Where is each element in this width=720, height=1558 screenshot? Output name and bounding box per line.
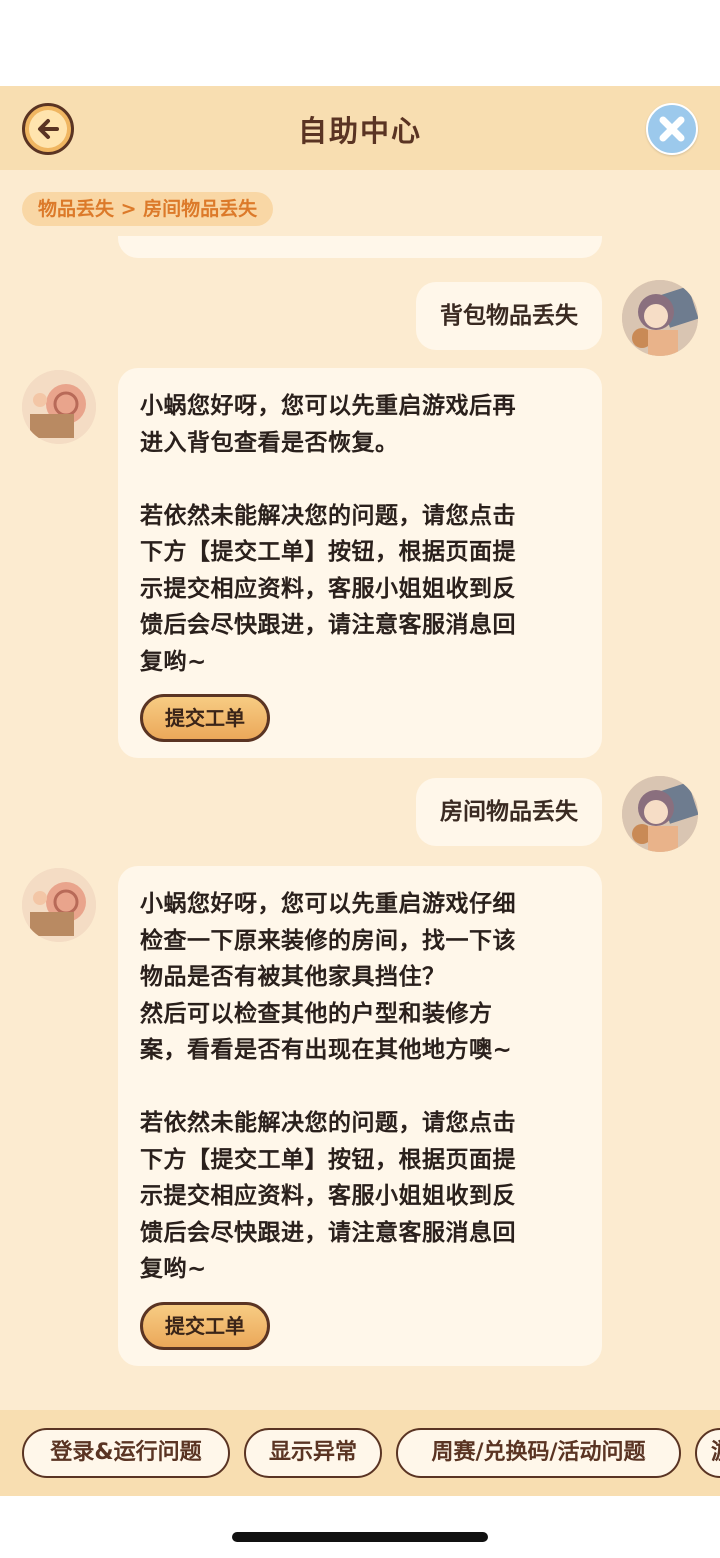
quick-topic-weekly-events[interactable]: 周赛/兑换码/活动问题 <box>396 1428 681 1478</box>
bot-avatar <box>22 868 96 942</box>
quick-topics-bar[interactable]: 登录&运行问题 显示异常 周赛/兑换码/活动问题 游 <box>0 1410 720 1496</box>
bot-message-bubble: 小蜗您好呀，您可以先重启游戏仔细 检查一下原来装修的房间，找一下该 物品是否有被… <box>118 866 602 1366</box>
page-title: 自助中心 <box>297 114 422 148</box>
status-bar <box>0 0 720 86</box>
bot-message-bubble: 小蜗您好呀，您可以先重启游戏后再 进入背包查看是否恢复。 若依然未能解决您的问题… <box>118 368 602 758</box>
submit-ticket-button[interactable]: 提交工单 <box>140 1301 270 1350</box>
close-x-icon <box>659 116 685 142</box>
breadcrumb[interactable]: 物品丢失 > 房间物品丢失 <box>22 192 274 226</box>
close-button[interactable] <box>646 103 698 155</box>
chat-area[interactable]: 物品丢失 > 房间物品丢失 背包物品丢失 小蜗您好呀，您可以先重启游戏后再 进入… <box>0 170 720 1410</box>
home-indicator[interactable] <box>232 1532 488 1542</box>
bot-message-text: 小蜗您好呀，您可以先重启游戏仔细 检查一下原来装修的房间，找一下该 物品是否有被… <box>140 891 516 1282</box>
user-message-text: 背包物品丢失 <box>440 303 578 329</box>
user-message-bubble: 背包物品丢失 <box>416 282 602 350</box>
bot-avatar <box>22 370 96 444</box>
quick-topic-display[interactable]: 显示异常 <box>244 1428 382 1478</box>
user-avatar <box>622 776 698 852</box>
bot-message-text: 小蜗您好呀，您可以先重启游戏后再 进入背包查看是否恢复。 若依然未能解决您的问题… <box>140 393 516 675</box>
submit-ticket-button[interactable]: 提交工单 <box>140 694 270 742</box>
user-message-text: 房间物品丢失 <box>440 799 578 825</box>
home-indicator-area <box>0 1496 720 1558</box>
user-message-bubble: 房间物品丢失 <box>416 778 602 846</box>
header-bar: 自助中心 <box>0 86 720 170</box>
quick-topic-login[interactable]: 登录&运行问题 <box>22 1428 230 1478</box>
previous-message-bubble <box>118 236 602 258</box>
user-avatar <box>622 280 698 356</box>
quick-topic-next[interactable]: 游 <box>695 1428 720 1478</box>
